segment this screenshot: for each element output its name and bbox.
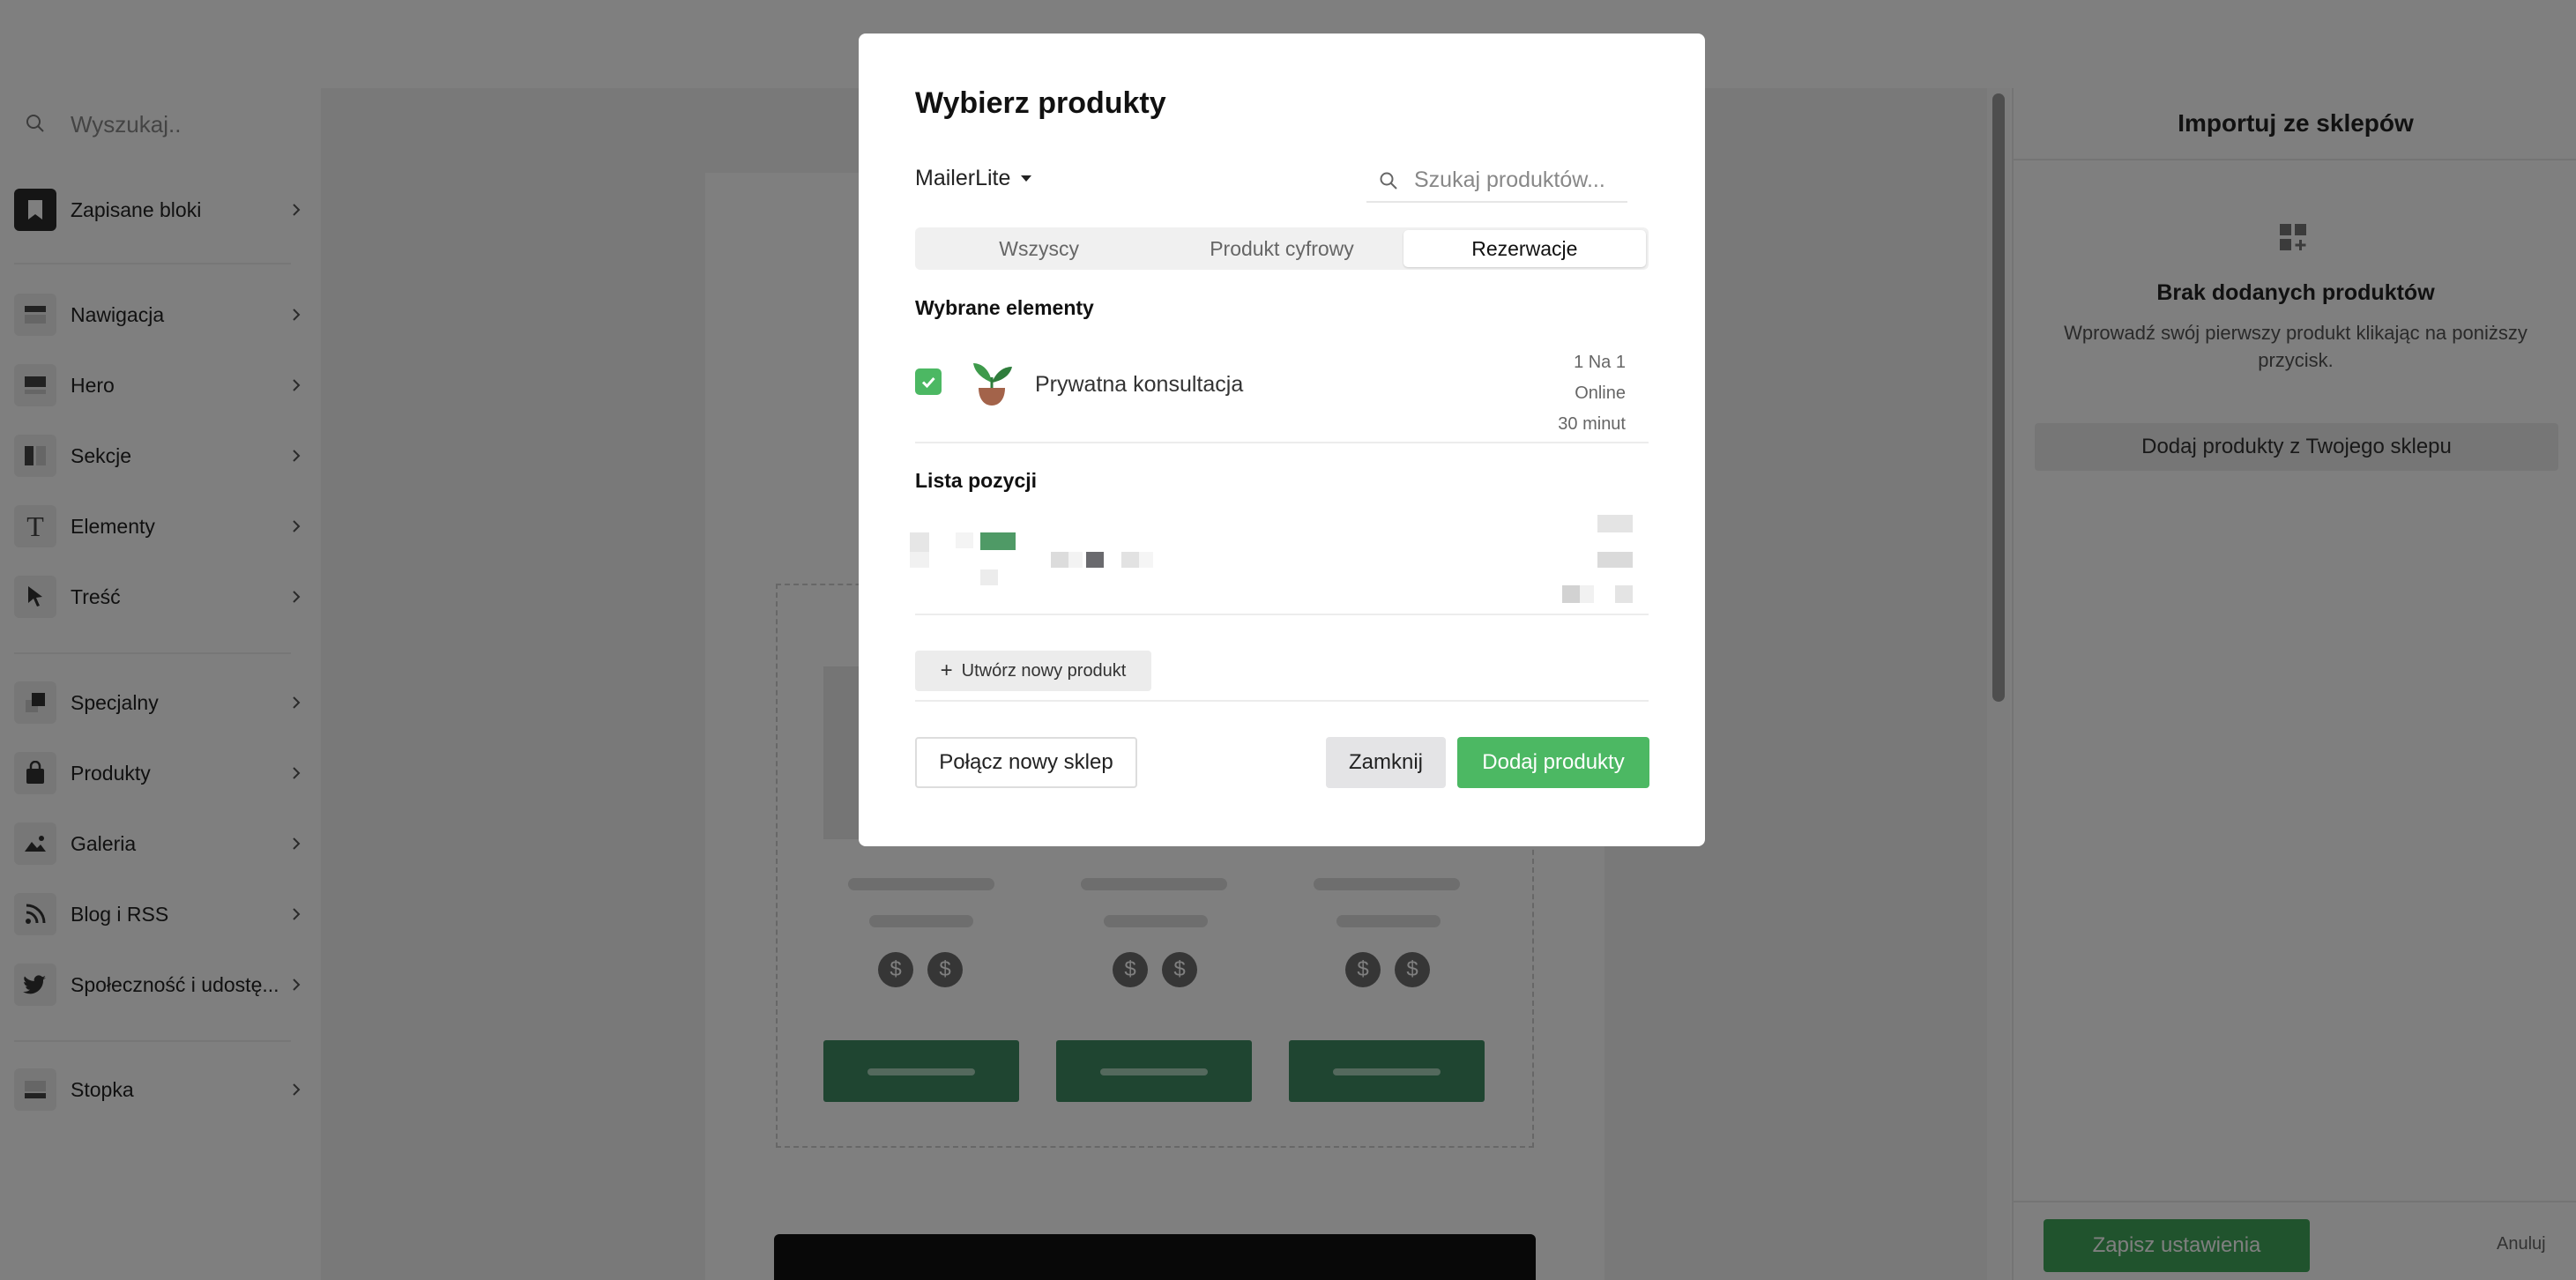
modal-title: Wybierz produkty [915,86,1166,120]
section-divider [915,700,1649,702]
caret-down-icon [1021,175,1032,182]
product-meta: 1 Na 1 Online 30 minut [1558,347,1626,440]
close-button[interactable]: Zamknij [1326,737,1446,788]
selected-product-row[interactable]: Prywatna konsultacja 1 Na 1 Online 30 mi… [915,347,1649,444]
section-divider [915,442,1649,443]
tab-all[interactable]: Wszyscy [918,230,1160,267]
plant-thumbnail-icon [973,363,1012,406]
store-selector-label: MailerLite [915,166,1011,190]
product-meta-location: Online [1575,383,1626,403]
create-new-product-button[interactable]: + Utwórz nowy produkt [915,651,1151,691]
tab-bookings[interactable]: Rezerwacje [1403,230,1646,267]
create-new-product-label: Utwórz nowy produkt [961,660,1127,681]
product-search-input[interactable] [1412,164,1624,196]
section-divider [915,614,1649,615]
check-icon [921,377,935,389]
product-checkbox[interactable] [915,368,942,395]
tab-digital-product[interactable]: Produkt cyfrowy [1160,230,1403,267]
product-meta-format: 1 Na 1 [1574,353,1626,372]
connect-new-store-button[interactable]: Połącz nowy sklep [915,737,1137,788]
item-list-heading: Lista pozycji [915,469,1038,492]
add-products-button[interactable]: Dodaj produkty [1457,737,1649,788]
product-meta-duration: 30 minut [1558,414,1626,434]
search-icon [1380,172,1397,190]
product-name: Prywatna konsultacja [1035,372,1244,397]
store-selector-dropdown[interactable]: MailerLite [915,166,1032,191]
plus-icon: + [940,659,953,682]
selected-items-heading: Wybrane elementy [915,296,1094,319]
product-search[interactable] [1366,159,1627,203]
product-type-tabs: Wszyscy Produkt cyfrowy Rezerwacje [915,227,1649,270]
select-products-modal: Wybierz produkty MailerLite Wszyscy Prod… [859,33,1705,846]
